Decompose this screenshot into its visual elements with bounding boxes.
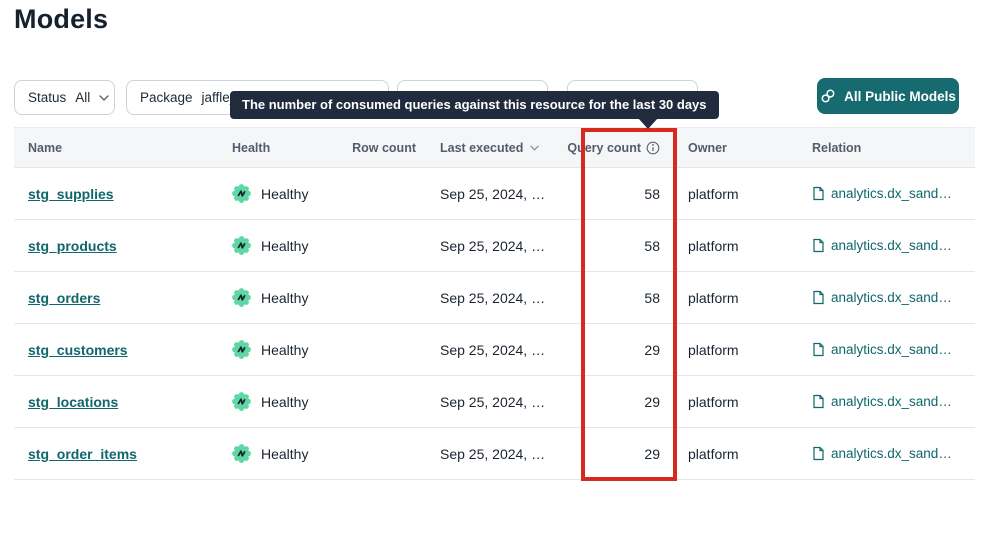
header-last-executed[interactable]: Last executed [426, 141, 566, 155]
document-icon [812, 342, 825, 357]
table-row: stg_order_items Healthy Sep 25, 2024, … … [14, 428, 975, 480]
document-icon [812, 290, 825, 305]
document-icon [812, 394, 825, 409]
header-query-count-label: Query count [567, 141, 641, 155]
model-name-link[interactable]: stg_order_items [28, 446, 137, 462]
health-label: Healthy [261, 446, 308, 462]
relation-link[interactable]: analytics.dx_sand… [831, 238, 952, 253]
model-name-link[interactable]: stg_supplies [28, 186, 114, 202]
models-table: Name Health Row count Last executed Quer… [14, 127, 975, 480]
last-executed-cell: Sep 25, 2024, … [440, 342, 545, 358]
last-executed-cell: Sep 25, 2024, … [440, 290, 545, 306]
status-filter-label: Status [28, 90, 66, 105]
relation-link[interactable]: analytics.dx_sand… [831, 394, 952, 409]
model-name-link[interactable]: stg_customers [28, 342, 128, 358]
health-label: Healthy [261, 186, 308, 202]
last-executed-cell: Sep 25, 2024, … [440, 446, 545, 462]
table-row: stg_products Healthy Sep 25, 2024, … 58 … [14, 220, 975, 272]
owner-cell: platform [672, 394, 800, 410]
health-label: Healthy [261, 342, 308, 358]
all-public-models-label: All Public Models [844, 89, 956, 104]
health-badge-icon [232, 184, 251, 203]
query-count-cell: 29 [566, 446, 672, 462]
status-filter-value: All [75, 90, 90, 105]
owner-cell: platform [672, 446, 800, 462]
health-badge-icon [232, 340, 251, 359]
models-page: Models Status All Package jaffle_ All Pu… [0, 0, 989, 536]
header-row-count[interactable]: Row count [349, 141, 426, 155]
health-badge-icon [232, 236, 251, 255]
model-name-link[interactable]: stg_products [28, 238, 117, 254]
last-executed-cell: Sep 25, 2024, … [440, 238, 545, 254]
health-label: Healthy [261, 238, 308, 254]
header-relation[interactable]: Relation [800, 141, 975, 155]
query-count-cell: 58 [566, 238, 672, 254]
owner-cell: platform [672, 186, 800, 202]
header-health[interactable]: Health [218, 141, 349, 155]
model-name-link[interactable]: stg_locations [28, 394, 118, 410]
chevron-down-icon [99, 95, 109, 101]
health-badge-icon [232, 288, 251, 307]
all-public-models-button[interactable]: All Public Models [817, 78, 959, 114]
owner-cell: platform [672, 290, 800, 306]
relation-link[interactable]: analytics.dx_sand… [831, 342, 952, 357]
table-row: stg_orders Healthy Sep 25, 2024, … 58 pl… [14, 272, 975, 324]
document-icon [812, 186, 825, 201]
tooltip-caret [638, 118, 658, 129]
last-executed-cell: Sep 25, 2024, … [440, 186, 545, 202]
query-count-cell: 29 [566, 394, 672, 410]
status-filter[interactable]: Status All [14, 80, 115, 115]
owner-cell: platform [672, 342, 800, 358]
header-owner[interactable]: Owner [672, 141, 800, 155]
health-badge-icon [232, 392, 251, 411]
relation-link[interactable]: analytics.dx_sand… [831, 290, 952, 305]
last-executed-cell: Sep 25, 2024, … [440, 394, 545, 410]
health-label: Healthy [261, 290, 308, 306]
relation-link[interactable]: analytics.dx_sand… [831, 186, 952, 201]
document-icon [812, 446, 825, 461]
table-row: stg_locations Healthy Sep 25, 2024, … 29… [14, 376, 975, 428]
health-label: Healthy [261, 394, 308, 410]
link-icon [820, 88, 836, 104]
owner-cell: platform [672, 238, 800, 254]
header-name[interactable]: Name [14, 141, 218, 155]
document-icon [812, 238, 825, 253]
package-filter-label: Package [140, 90, 193, 105]
page-title: Models [14, 4, 108, 35]
header-last-executed-label: Last executed [440, 141, 523, 155]
query-count-cell: 58 [566, 290, 672, 306]
table-row: stg_customers Healthy Sep 25, 2024, … 29… [14, 324, 975, 376]
table-row: stg_supplies Healthy Sep 25, 2024, … 58 … [14, 168, 975, 220]
health-badge-icon [232, 444, 251, 463]
sort-chevron-icon [530, 145, 539, 151]
table-header-row: Name Health Row count Last executed Quer… [14, 127, 975, 168]
relation-link[interactable]: analytics.dx_sand… [831, 446, 952, 461]
info-icon[interactable] [646, 141, 660, 155]
header-query-count[interactable]: Query count [566, 141, 672, 155]
query-count-cell: 58 [566, 186, 672, 202]
query-count-cell: 29 [566, 342, 672, 358]
model-name-link[interactable]: stg_orders [28, 290, 100, 306]
tooltip: The number of consumed queries against t… [230, 91, 719, 119]
